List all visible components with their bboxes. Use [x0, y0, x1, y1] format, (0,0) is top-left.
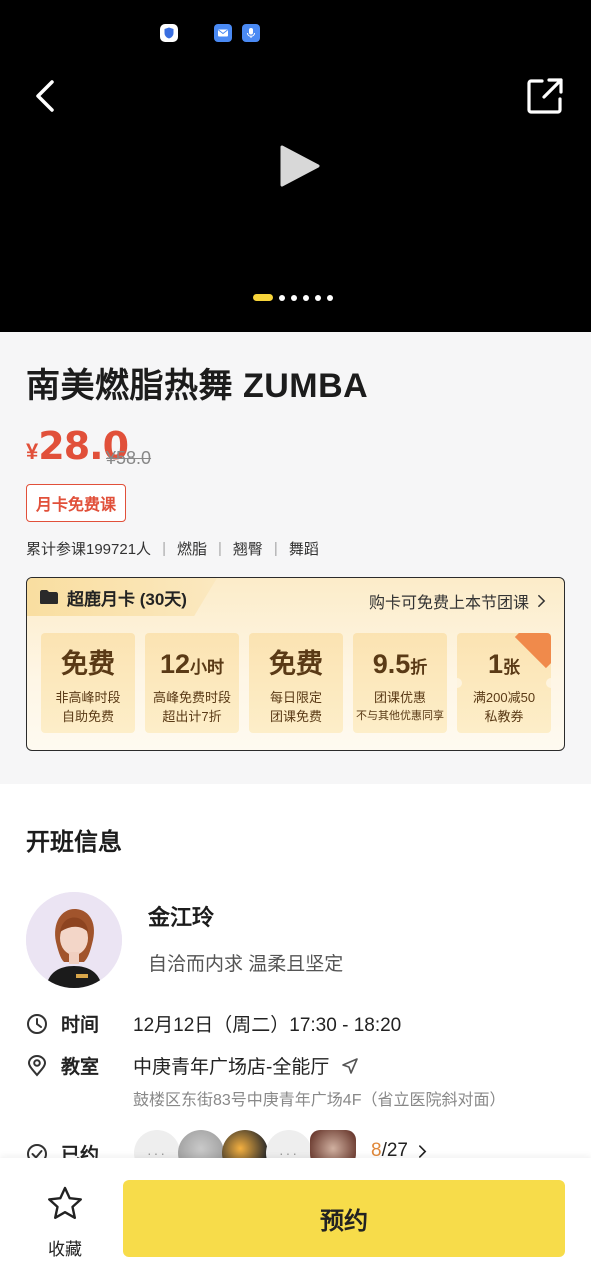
course-title: 南美燃脂热舞 ZUMBA [26, 367, 369, 405]
free-class-badge: 月卡免费课 [26, 484, 127, 522]
book-button[interactable]: 预约 [123, 1180, 565, 1257]
benefit-item: 12小时高峰免费时段 超出计7折 [145, 633, 239, 733]
benefit-item: 1张满200减50 私教券 [457, 633, 551, 733]
benefit-line2: 团课免费 [269, 709, 322, 724]
benefit-line2: 私教券 [484, 709, 524, 724]
membership-card-title: 超鹿月卡 (30天) [67, 589, 187, 609]
chevron-right-icon [418, 1144, 427, 1158]
carousel-dot [253, 294, 273, 301]
back-button[interactable] [28, 76, 64, 116]
carousel-dot [291, 294, 297, 301]
bottom-action-bar: 收藏 预约 [0, 1158, 591, 1280]
benefit-value-number: 12 [159, 649, 191, 679]
benefit-value: 免费 [249, 647, 343, 681]
membership-card-header: 超鹿月卡 (30天) [27, 578, 217, 616]
benefit-value: 12小时 [145, 647, 239, 681]
benefit-value-unit: 折 [410, 658, 428, 677]
mail-icon [214, 24, 232, 42]
chevron-right-icon [538, 594, 546, 608]
course-tag: 燃脂 [176, 541, 207, 558]
coupon-notch [457, 678, 462, 688]
carousel-dot [303, 294, 309, 301]
buy-card-link[interactable]: 购卡可免费上本节团课 [369, 589, 546, 613]
benefit-list: 免费 非高峰时段 自助免费 12小时 高峰免费时段 超出计7折 免费 每日限定 团课免费 9.5折… [41, 633, 551, 733]
play-icon [280, 145, 320, 187]
benefit-line1: 非高峰时段 [55, 690, 121, 705]
play-button[interactable] [278, 143, 322, 189]
time-label: 时间 [61, 1015, 100, 1036]
price-symbol: ¥ [26, 439, 39, 464]
buy-card-link-label: 购卡可免费上本节团课 [368, 595, 529, 612]
coupon-notch [546, 678, 551, 688]
shield-icon [160, 24, 178, 42]
location-icon [27, 1054, 47, 1077]
video-player[interactable] [0, 0, 591, 332]
teacher-photo [26, 892, 122, 988]
benefit-line1: 每日限定 [269, 690, 322, 705]
benefit-value: 9.5折 [353, 647, 447, 681]
share-icon [527, 78, 563, 114]
card-icon [40, 590, 58, 604]
avatar[interactable] [26, 892, 122, 988]
chevron-left-icon [36, 80, 54, 112]
navigation-icon[interactable] [341, 1057, 359, 1075]
benefit-value-unit: 张 [503, 658, 521, 677]
teacher-name[interactable]: 金江玲 [148, 900, 214, 932]
favorite-label: 收藏 [48, 1240, 82, 1259]
teacher-description: 自洽而内求 温柔且坚定 [148, 954, 344, 975]
course-tag: 舞蹈 [288, 541, 319, 558]
benefit-line1: 满200减50 [472, 690, 536, 705]
clock-icon [27, 1013, 47, 1034]
benefit-item: 免费每日限定团课免费 [249, 633, 343, 733]
carousel-dot [315, 294, 321, 301]
benefit-value: 免费 [41, 647, 135, 681]
benefit-value-unit: 小时 [190, 658, 225, 677]
benefit-item: 免费非高峰时段自助免费 [41, 633, 135, 733]
room-label: 教室 [61, 1057, 100, 1078]
benefit-line2: 超出计7折 [162, 709, 222, 724]
benefit-line2: 不与其他优惠同享 [356, 710, 444, 722]
room-value[interactable]: 中庚青年广场店-全能厅 [133, 1052, 329, 1079]
carousel-dot [279, 294, 285, 301]
benefit-value-number: 9.5 [372, 649, 411, 679]
star-icon [48, 1186, 82, 1219]
carousel-dot [327, 294, 333, 301]
favorite-button[interactable]: 收藏 [42, 1184, 88, 1260]
time-row: 时间 12月12日（周二）17:30 - 18:20 [26, 1010, 401, 1037]
course-tag: 翘臀 [232, 541, 263, 558]
mic-icon [242, 24, 260, 42]
room-address: 鼓楼区东街83号中庚青年广场4F（省立医院斜对面） [133, 1092, 506, 1109]
membership-card[interactable]: 超鹿月卡 (30天) 购卡可免费上本节团课 免费 非高峰时段 自助免费 12小时 高峰免… [26, 577, 565, 751]
benefit-value-number: 免费 [61, 649, 115, 679]
original-price: ¥58.0 [106, 448, 152, 468]
benefit-item: 9.5折团课优惠不与其他优惠同享 [353, 633, 447, 733]
benefit-line1: 团课优惠 [373, 690, 426, 705]
share-button[interactable] [525, 76, 565, 116]
status-bar-icons [160, 24, 260, 42]
course-info: 南美燃脂热舞 ZUMBA ¥28.0 ¥58.0 月卡免费课 累计参课19972… [0, 332, 591, 784]
benefit-value-number: 1 [487, 649, 504, 679]
room-row: 教室 中庚青年广场店-全能厅 [26, 1052, 359, 1079]
benefit-line1: 高峰免费时段 [152, 690, 231, 705]
benefit-value-number: 免费 [269, 649, 323, 679]
participant-count: 累计参课199721人 [26, 541, 152, 558]
class-info-title: 开班信息 [26, 829, 122, 856]
time-value: 12月12日（周二）17:30 - 18:20 [133, 1015, 402, 1036]
carousel-indicator [253, 294, 333, 301]
course-stats: 累计参课199721人 | 燃脂 | 翘臀 | 舞蹈 [26, 540, 319, 558]
benefit-line2: 自助免费 [61, 709, 114, 724]
